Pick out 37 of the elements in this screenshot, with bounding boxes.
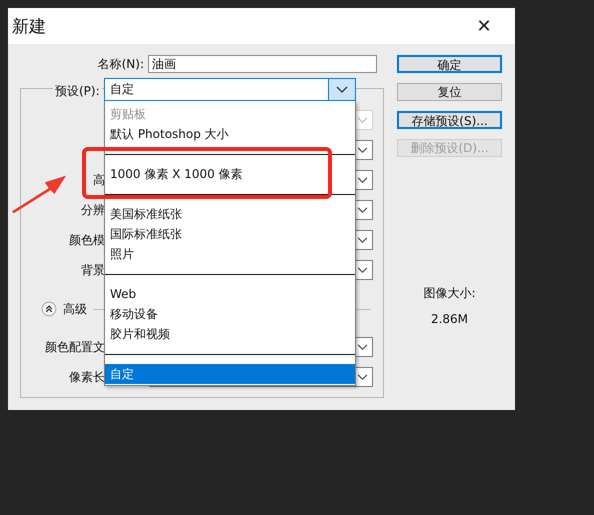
- name-label: 名称(N):: [96, 56, 145, 72]
- field-label: 背景: [80, 262, 105, 278]
- menu-item[interactable]: 默认 Photoshop 大小: [105, 124, 355, 144]
- preset-dropdown[interactable]: 自定: [104, 78, 356, 101]
- chevron-icon: [357, 116, 368, 124]
- menu-item[interactable]: 国际标准纸张: [105, 224, 355, 244]
- field-label: 高: [92, 172, 105, 188]
- chevron-icon: [357, 344, 368, 350]
- dialog-button[interactable]: 存储预设(S)...: [397, 111, 502, 129]
- menu-item[interactable]: 自定: [105, 364, 355, 384]
- collapse-icon[interactable]: [41, 301, 57, 317]
- menu-item[interactable]: Web: [105, 284, 355, 304]
- preset-label: 预设(P):: [53, 83, 102, 100]
- name-field[interactable]: 油画: [148, 55, 377, 73]
- advanced-label: 高级: [63, 300, 87, 318]
- image-size-label: 图像大小:: [423, 285, 476, 302]
- field-label: 像素长: [68, 368, 105, 386]
- menu-item[interactable]: 照片: [105, 244, 355, 264]
- menu-item[interactable]: 美国标准纸张: [105, 204, 355, 224]
- field-label: 颜色配置文: [44, 338, 105, 356]
- close-button[interactable]: ✕: [469, 11, 499, 41]
- field-label: 分辨: [80, 202, 105, 218]
- chevron-icon: [357, 266, 368, 274]
- chevron-icon: [357, 206, 368, 214]
- field-label: 颜色模: [68, 232, 105, 248]
- chevron-icon: [357, 146, 368, 154]
- window-title: 新建: [12, 16, 46, 38]
- chevron-icon: [336, 86, 348, 94]
- menu-item[interactable]: 移动设备: [105, 304, 355, 324]
- menu-item[interactable]: 1000 像素 X 1000 像素: [105, 164, 355, 184]
- dialog-button[interactable]: 确定: [397, 55, 502, 73]
- chevron-icon: [357, 176, 368, 184]
- image-size-value: 2.86M: [430, 312, 468, 326]
- chevron-icon: [357, 374, 368, 380]
- menu-item[interactable]: 胶片和视频: [105, 324, 355, 344]
- chevron-icon: [357, 236, 368, 244]
- dialog-button[interactable]: 复位: [397, 83, 502, 101]
